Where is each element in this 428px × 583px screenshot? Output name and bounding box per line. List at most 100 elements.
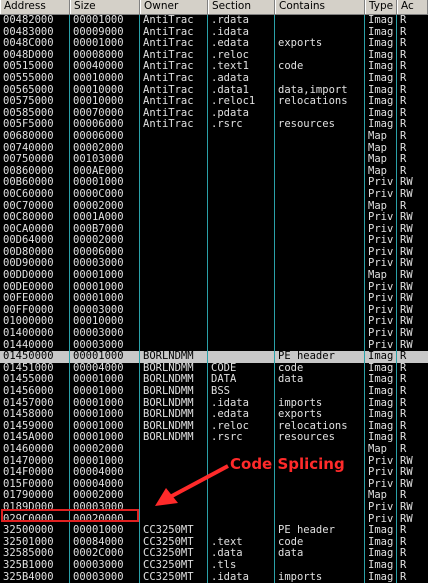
table-row[interactable]: 0145A00000001000BORLNDMM.rsrcresourcesIm…: [0, 432, 428, 444]
cell-size: 00003000: [70, 258, 140, 270]
table-row[interactable]: 325850000002C000CC3250MT.datadataImagR: [0, 548, 428, 560]
table-row[interactable]: 0048300000009000AntiTrac.idataImagR: [0, 27, 428, 39]
cell-address: 00515000: [0, 61, 70, 73]
table-row[interactable]: 0074000000002000MapR: [0, 143, 428, 155]
cell-type: Priv: [365, 177, 397, 189]
cell-owner: [140, 201, 208, 213]
table-row[interactable]: 3250000000001000CC3250MTPE headerImagR: [0, 525, 428, 537]
table-row[interactable]: 0055500000010000AntiTrac.adataImagR: [0, 73, 428, 85]
table-row[interactable]: 00D6400000002000PrivRW: [0, 235, 428, 247]
cell-section: [208, 351, 275, 363]
table-row[interactable]: 00C800000001A000PrivRW: [0, 212, 428, 224]
table-row[interactable]: 00DD000000001000MapRW: [0, 270, 428, 282]
table-row[interactable]: 014F000000004000PrivRW: [0, 467, 428, 479]
table-row[interactable]: 00C7000000002000MapR: [0, 201, 428, 213]
table-row[interactable]: 00D9000000003000PrivRW: [0, 258, 428, 270]
cell-address: 00860000: [0, 166, 70, 178]
table-row[interactable]: 3250100000084000CC3250MT.textcodeImagR: [0, 537, 428, 549]
table-row[interactable]: 0048D00000008000AntiTrac.relocImagR: [0, 50, 428, 62]
table-row[interactable]: 325B400000003000CC3250MT.idataimportsIma…: [0, 572, 428, 583]
cell-type: Priv: [365, 282, 397, 294]
cell-type: Map: [365, 143, 397, 155]
cell-size: 00010000: [70, 85, 140, 97]
cell-size: 00002000: [70, 444, 140, 456]
table-row[interactable]: 00B6000000001000PrivRW: [0, 177, 428, 189]
table-row[interactable]: 0147000000001000PrivRW: [0, 456, 428, 468]
cell-access: RW: [397, 293, 428, 305]
cell-contains: [275, 316, 365, 328]
cell-section: [208, 235, 275, 247]
table-row[interactable]: 0058500000070000AntiTrac.pdataImagR: [0, 108, 428, 120]
table-row[interactable]: 0048200000001000AntiTrac.rdataImagR: [0, 15, 428, 27]
table-row[interactable]: 00DE000000001000PrivRW: [0, 282, 428, 294]
cell-contains: [275, 305, 365, 317]
table-row[interactable]: 0056500000010000AntiTrac.data1data,impor…: [0, 85, 428, 97]
table-row[interactable]: 0144000000003000PrivRW: [0, 340, 428, 352]
table-row[interactable]: 0179000000002000MapR: [0, 490, 428, 502]
cell-section: [208, 131, 275, 143]
cell-owner: BORLNDMM: [140, 351, 208, 363]
table-row[interactable]: 325B100000003000CC3250MT.tlsImagR: [0, 560, 428, 572]
column-contains[interactable]: Contains: [275, 0, 365, 14]
table-row[interactable]: 0068000000006000MapR: [0, 131, 428, 143]
table-row[interactable]: 00FF000000003000PrivRW: [0, 305, 428, 317]
table-row[interactable]: 00C600000000C000PrivRW: [0, 189, 428, 201]
table-row[interactable]: 0140000000003000PrivRW: [0, 328, 428, 340]
cell-type: Imag: [365, 119, 397, 131]
table-row[interactable]: 0145900000001000BORLNDMM.relocrelocation…: [0, 421, 428, 433]
cell-type: Priv: [365, 502, 397, 514]
cell-access: RW: [397, 502, 428, 514]
cell-access: R: [397, 525, 428, 537]
table-row[interactable]: 015F000000004000PrivRW: [0, 479, 428, 491]
table-row[interactable]: 0145000000001000BORLNDMMPE headerImagR: [0, 351, 428, 363]
cell-owner: [140, 143, 208, 155]
cell-size: 00001000: [70, 421, 140, 433]
table-row[interactable]: 00FE000000001000PrivRW: [0, 293, 428, 305]
table-row[interactable]: 00860000000AE000MapR: [0, 166, 428, 178]
table-row[interactable]: 0145600000001000BORLNDMMBSSImagR: [0, 386, 428, 398]
table-row[interactable]: 0145500000001000BORLNDMMDATAdataImagR: [0, 374, 428, 386]
column-address[interactable]: Address: [0, 0, 70, 14]
table-row[interactable]: 0100000000010000PrivRW: [0, 316, 428, 328]
cell-address: 015F0000: [0, 479, 70, 491]
table-row[interactable]: 00D8000000006000PrivRW: [0, 247, 428, 259]
cell-access: R: [397, 374, 428, 386]
memory-map-table: 0048200000001000AntiTrac.rdataImagR00483…: [0, 15, 428, 574]
cell-size: 00001000: [70, 177, 140, 189]
table-row[interactable]: 0145100000004000BORLNDMMCODEcodeImagR: [0, 363, 428, 375]
column-section[interactable]: Section: [208, 0, 275, 14]
cell-owner: AntiTrac: [140, 96, 208, 108]
table-row[interactable]: 0051500000040000AntiTrac.text1codeImagR: [0, 61, 428, 73]
table-row[interactable]: 0146000000002000MapR: [0, 444, 428, 456]
cell-section: .idata: [208, 27, 275, 39]
table-row[interactable]: 005F500000006000AntiTrac.rsrcresourcesIm…: [0, 119, 428, 131]
cell-size: 00002000: [70, 490, 140, 502]
cell-address: 00740000: [0, 143, 70, 155]
cell-access: RW: [397, 270, 428, 282]
column-access[interactable]: Ac: [397, 0, 428, 14]
cell-type: Map: [365, 490, 397, 502]
cell-section: .reloc: [208, 50, 275, 62]
cell-owner: [140, 490, 208, 502]
cell-size: 00001000: [70, 293, 140, 305]
table-row[interactable]: 00CA0000000B7000PrivRW: [0, 224, 428, 236]
cell-type: Imag: [365, 38, 397, 50]
cell-section: [208, 189, 275, 201]
cell-section: [208, 166, 275, 178]
cell-type: Imag: [365, 363, 397, 375]
cell-access: R: [397, 432, 428, 444]
column-owner[interactable]: Owner: [140, 0, 208, 14]
cell-address: 01440000: [0, 340, 70, 352]
cell-address: 00575000: [0, 96, 70, 108]
column-size[interactable]: Size: [70, 0, 140, 14]
table-row[interactable]: 0048C00000001000AntiTrac.edataexportsIma…: [0, 38, 428, 50]
cell-owner: [140, 224, 208, 236]
column-type[interactable]: Type: [365, 0, 397, 14]
cell-size: 00008000: [70, 50, 140, 62]
table-row[interactable]: 0145700000001000BORLNDMM.idataimportsIma…: [0, 398, 428, 410]
table-row[interactable]: 0075000000103000MapR: [0, 154, 428, 166]
cell-owner: [140, 502, 208, 514]
cell-access: RW: [397, 235, 428, 247]
table-row[interactable]: 0057500000010000AntiTrac.reloc1relocatio…: [0, 96, 428, 108]
table-row[interactable]: 0145800000001000BORLNDMM.edataexportsIma…: [0, 409, 428, 421]
